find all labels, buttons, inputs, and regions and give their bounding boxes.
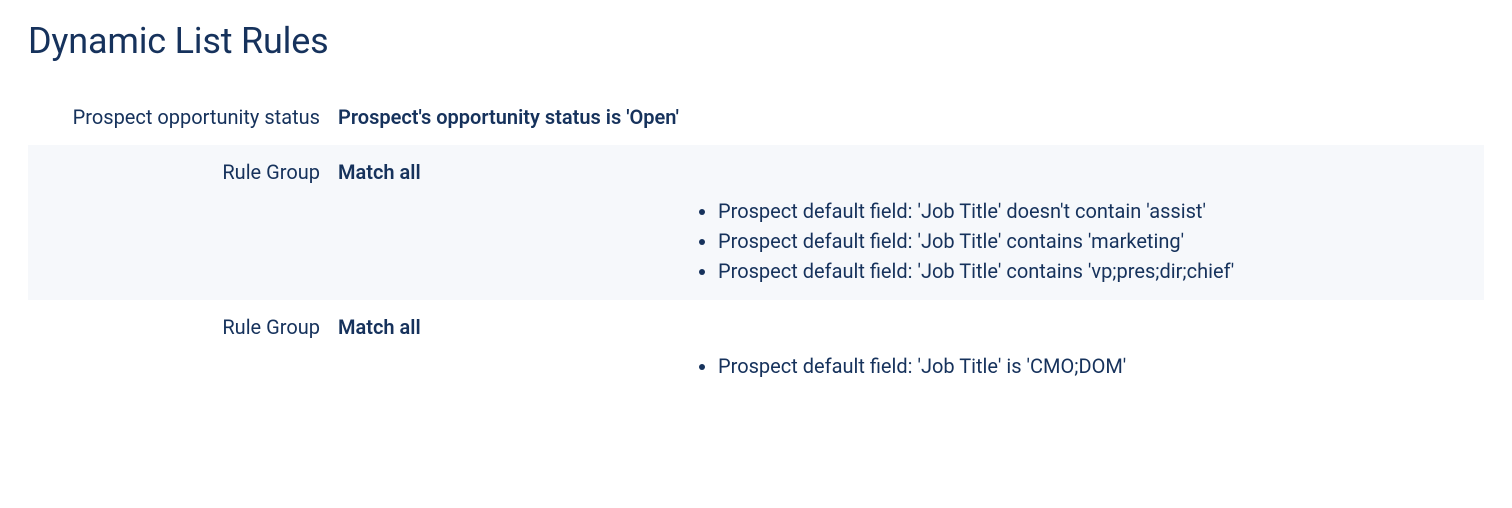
- rule-item: Prospect default field: 'Job Title' cont…: [718, 226, 1484, 256]
- rule-item: Prospect default field: 'Job Title' does…: [718, 196, 1484, 226]
- rule-row-group-1: Rule Group Match all Prospect default fi…: [28, 145, 1484, 300]
- rule-heading: Prospect's opportunity status is 'Open': [338, 105, 679, 129]
- rule-heading: Match all: [338, 159, 1484, 186]
- rule-heading: Match all: [338, 314, 1484, 341]
- rule-row-group-2: Rule Group Match all Prospect default fi…: [28, 300, 1484, 395]
- rule-label: Rule Group: [28, 159, 338, 186]
- rule-row-opportunity-status: Prospect opportunity status Prospect's o…: [28, 90, 1484, 145]
- rule-label: Prospect opportunity status: [28, 104, 338, 131]
- rule-list: Prospect default field: 'Job Title' is '…: [718, 351, 1484, 381]
- rule-value: Match all Prospect default field: 'Job T…: [338, 314, 1484, 381]
- rule-item: Prospect default field: 'Job Title' is '…: [718, 351, 1484, 381]
- rule-label: Rule Group: [28, 314, 338, 341]
- rule-list: Prospect default field: 'Job Title' does…: [718, 196, 1484, 286]
- rule-item: Prospect default field: 'Job Title' cont…: [718, 256, 1484, 286]
- page-title: Dynamic List Rules: [28, 20, 1484, 62]
- rule-value: Match all Prospect default field: 'Job T…: [338, 159, 1484, 286]
- rule-value: Prospect's opportunity status is 'Open': [338, 104, 1484, 131]
- rules-container: Prospect opportunity status Prospect's o…: [28, 90, 1484, 395]
